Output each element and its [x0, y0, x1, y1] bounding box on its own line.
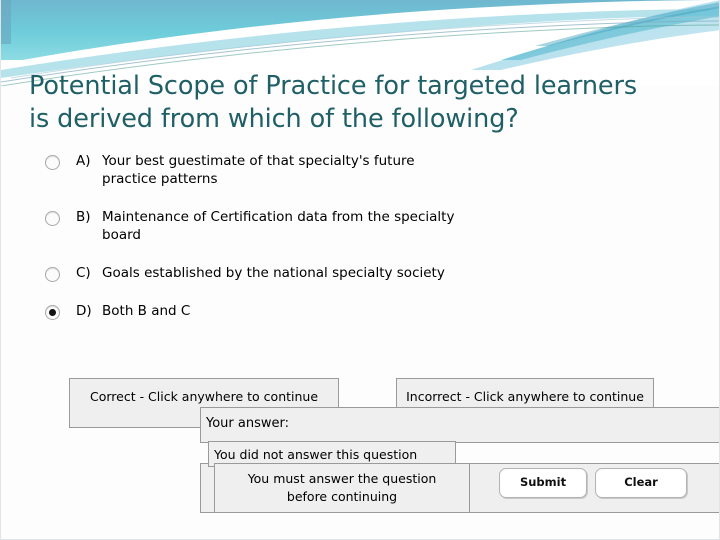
not-answered-text: You did not answer this question: [214, 447, 418, 462]
must-answer-text: You must answer the question before cont…: [215, 464, 469, 506]
radio-button-b[interactable]: [45, 211, 60, 226]
quiz-slide: Potential Scope of Practice for targeted…: [0, 0, 720, 540]
your-answer-panel: Your answer:: [200, 407, 719, 443]
option-b-line-1: Maintenance of Certification data from t…: [102, 209, 455, 225]
radio-button-d[interactable]: [45, 305, 60, 320]
title-line-1: Potential Scope of Practice for targeted…: [29, 71, 638, 101]
correct-feedback-text: Correct - Click anywhere to continue: [89, 389, 319, 404]
option-letter-c: C): [76, 265, 91, 281]
your-answer-label: Your answer:: [206, 416, 289, 431]
option-a-line-2: practice patterns: [102, 171, 218, 187]
radio-button-a[interactable]: [45, 155, 60, 170]
option-text-c: Goals established by the national specia…: [102, 265, 445, 281]
quiz-option-a[interactable]: A) Your best guestimate of that specialt…: [45, 152, 585, 188]
title-line-2: is derived from which of the following?: [29, 104, 519, 134]
must-answer-line-1: You must answer the question: [247, 471, 437, 486]
option-a-line-1: Your best guestimate of that specialty's…: [102, 153, 415, 169]
submit-button[interactable]: Submit: [499, 468, 587, 498]
incorrect-feedback-text: Incorrect - Click anywhere to continue: [406, 389, 644, 404]
radio-button-c[interactable]: [45, 267, 60, 282]
slide-title: Potential Scope of Practice for targeted…: [29, 70, 701, 136]
quiz-options-list: A) Your best guestimate of that specialt…: [45, 152, 585, 340]
option-text-d: Both B and C: [102, 303, 191, 319]
option-letter-b: B): [76, 209, 91, 225]
option-letter-d: D): [76, 303, 92, 319]
option-b-line-2: board: [102, 227, 141, 243]
must-answer-panel: You must answer the question before cont…: [214, 463, 470, 513]
option-letter-a: A): [76, 153, 91, 169]
clear-button[interactable]: Clear: [595, 468, 687, 498]
quiz-option-c[interactable]: C) Goals established by the national spe…: [45, 264, 585, 282]
nested-panel-strip: [200, 463, 215, 513]
must-answer-line-2: before continuing: [286, 489, 398, 504]
quiz-option-d[interactable]: D) Both B and C: [45, 302, 585, 320]
option-text-a: Your best guestimate of that specialty's…: [102, 152, 585, 188]
quiz-option-b[interactable]: B) Maintenance of Certification data fro…: [45, 208, 585, 244]
option-text-b: Maintenance of Certification data from t…: [102, 208, 585, 244]
